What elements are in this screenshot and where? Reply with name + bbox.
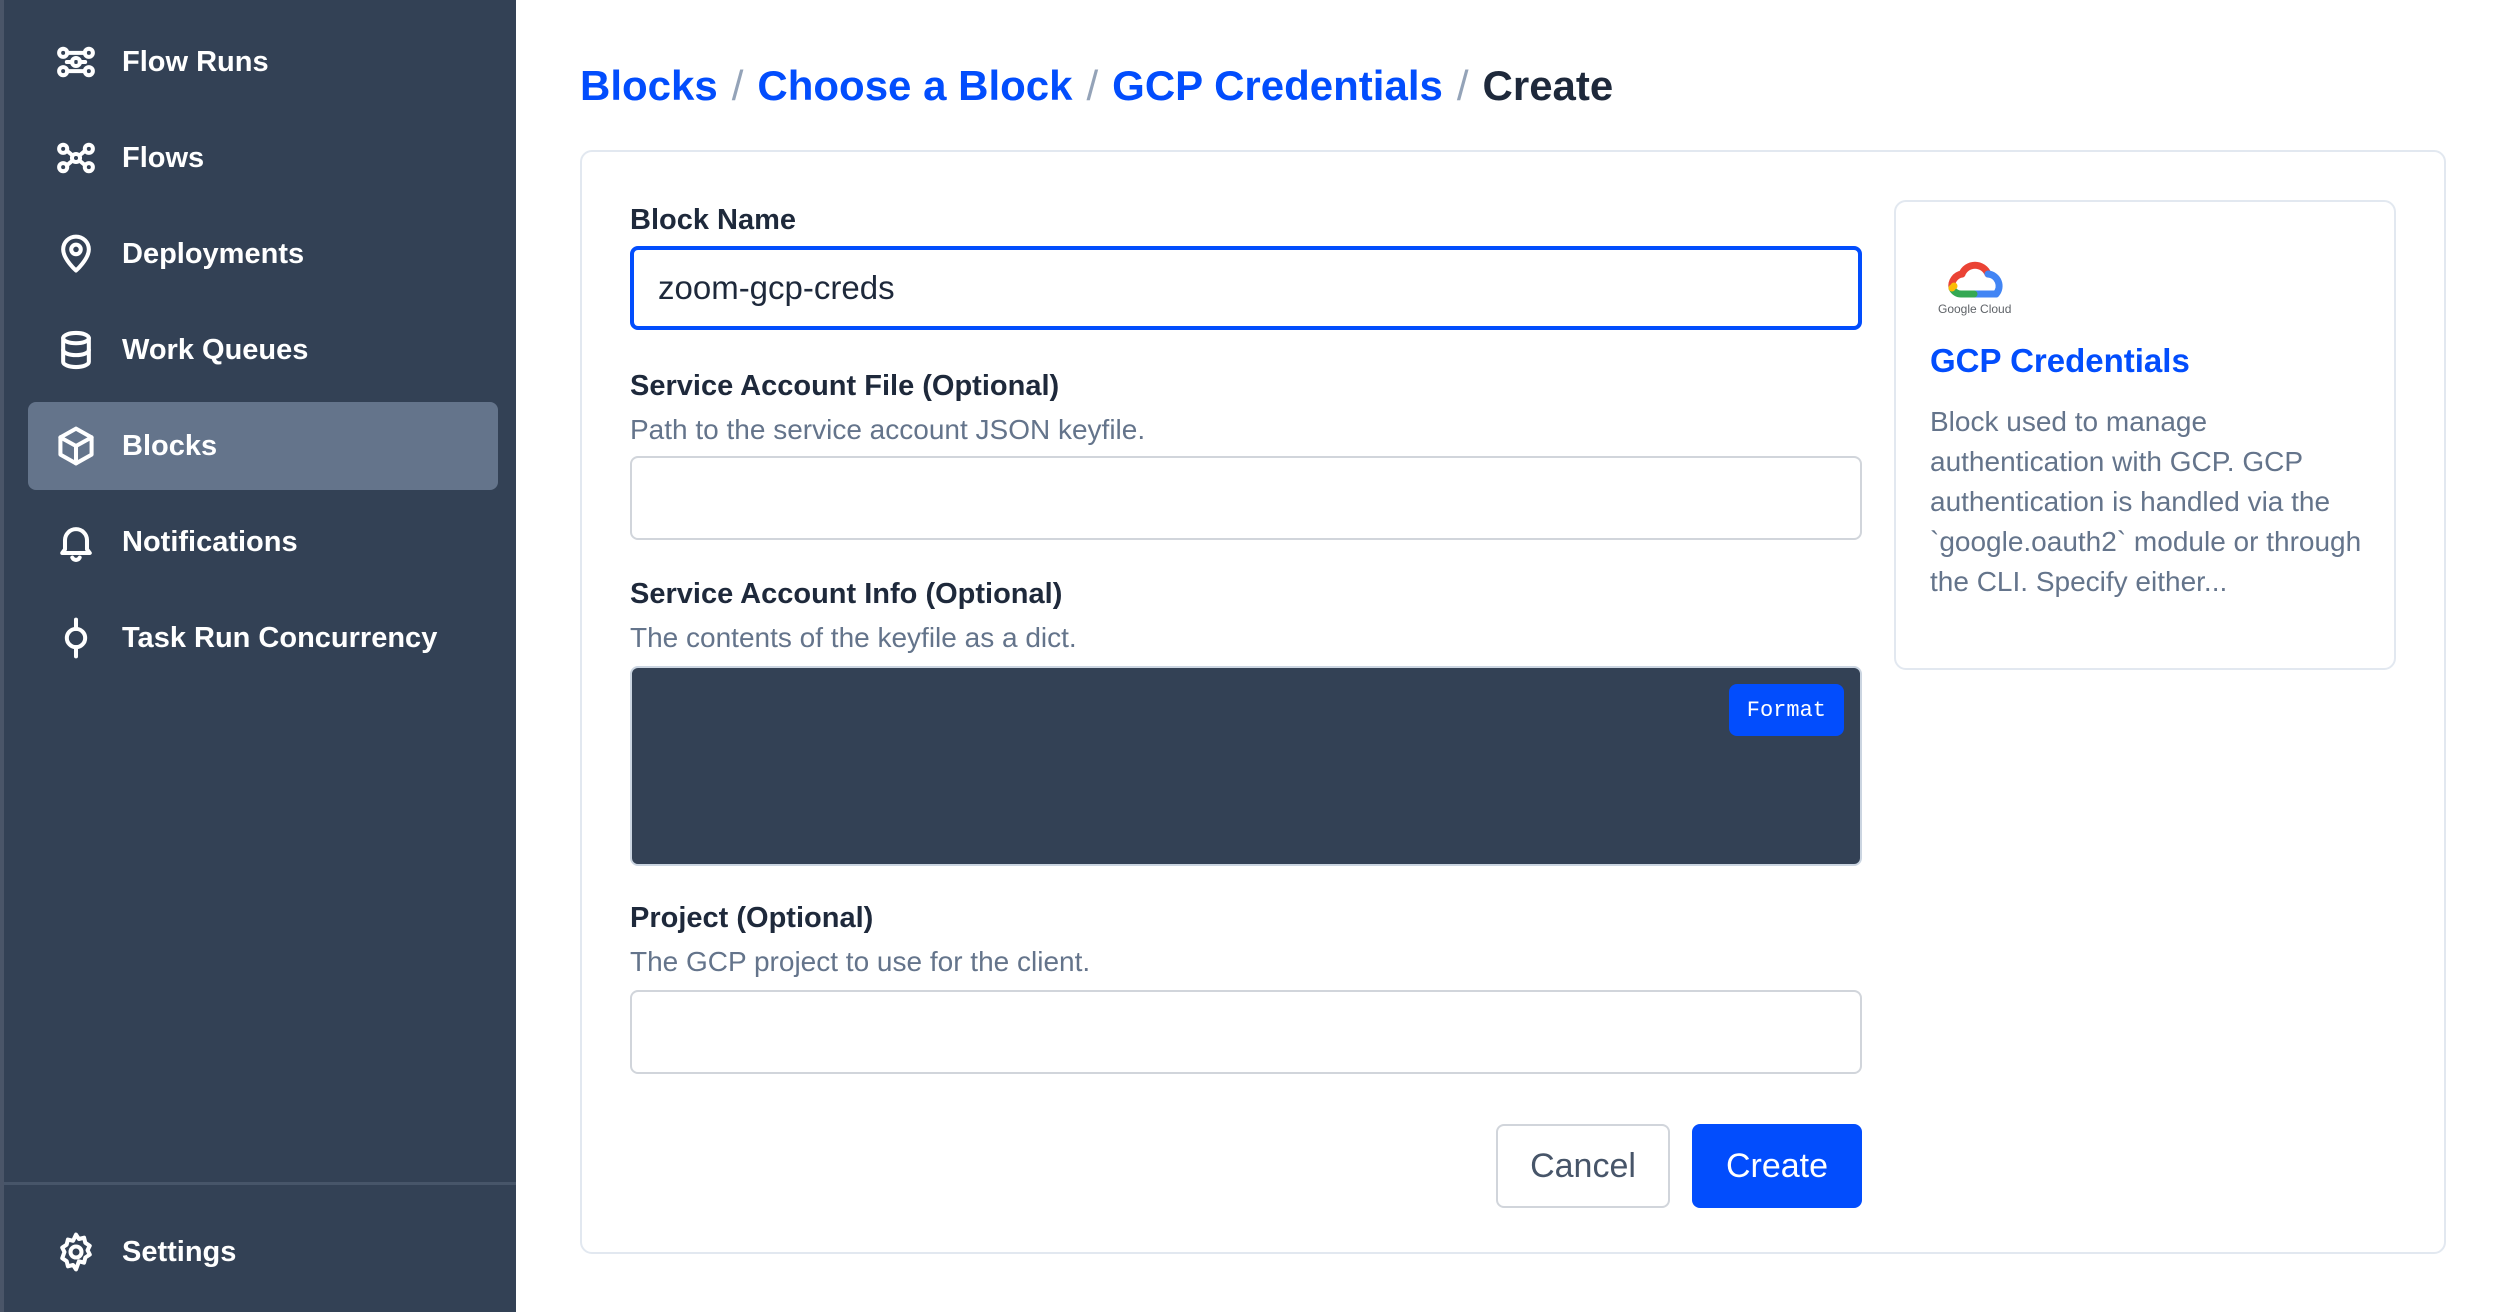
sidebar-item-label: Settings bbox=[122, 1235, 237, 1268]
sidebar-item-notifications[interactable]: Notifications bbox=[28, 498, 498, 586]
block-name-input[interactable] bbox=[630, 246, 1862, 330]
service-account-info-editor[interactable]: Format bbox=[630, 666, 1862, 866]
project-input[interactable] bbox=[630, 990, 1862, 1074]
project-description: The GCP project to use for the client. bbox=[630, 946, 1091, 977]
page-title: Create bbox=[1482, 62, 1614, 109]
cube-icon bbox=[54, 424, 98, 468]
service-account-info-label: Service Account Info (Optional) bbox=[630, 578, 1063, 610]
sidebar-item-flow-runs[interactable]: Flow Runs bbox=[28, 18, 498, 106]
sidebar-item-deployments[interactable]: Deployments bbox=[28, 210, 498, 298]
breadcrumb-blocks-link[interactable]: Blocks bbox=[580, 62, 718, 109]
breadcrumb-choose-block-link[interactable]: Choose a Block bbox=[757, 62, 1072, 109]
google-cloud-logo-text: Google Cloud bbox=[1938, 302, 2012, 316]
sidebar-item-label: Work Queues bbox=[122, 333, 309, 366]
sidebar-item-label: Deployments bbox=[122, 237, 305, 270]
service-account-file-description: Path to the service account JSON keyfile… bbox=[630, 414, 1146, 445]
block-info-title[interactable]: GCP Credentials bbox=[1930, 342, 2190, 380]
sidebar-nav: Flow Runs Flows Deployments Work Queues … bbox=[28, 18, 498, 690]
bell-icon bbox=[54, 520, 98, 564]
sidebar: Flow Runs Flows Deployments Work Queues … bbox=[0, 0, 516, 1312]
service-account-file-label: Service Account File (Optional) bbox=[630, 370, 1060, 402]
cancel-button[interactable]: Cancel bbox=[1496, 1124, 1670, 1208]
breadcrumb-separator: / bbox=[731, 62, 744, 109]
sidebar-item-flows[interactable]: Flows bbox=[28, 114, 498, 202]
sidebar-item-label: Flows bbox=[122, 141, 205, 174]
sidebar-item-work-queues[interactable]: Work Queues bbox=[28, 306, 498, 394]
sidebar-item-settings[interactable]: Settings bbox=[28, 1208, 498, 1296]
sidebar-item-blocks[interactable]: Blocks bbox=[28, 402, 498, 490]
sidebar-footer: Settings bbox=[28, 1208, 498, 1304]
sidebar-item-label: Task Run Concurrency bbox=[122, 621, 438, 654]
service-account-info-description: The contents of the keyfile as a dict. bbox=[630, 622, 1077, 653]
flows-icon bbox=[54, 136, 98, 180]
sidebar-item-label: Blocks bbox=[122, 429, 218, 462]
block-name-label: Block Name bbox=[630, 204, 797, 236]
flow-runs-icon bbox=[54, 40, 98, 84]
project-label: Project (Optional) bbox=[630, 902, 874, 934]
sidebar-item-task-run-concurrency[interactable]: Task Run Concurrency bbox=[28, 594, 498, 682]
database-icon bbox=[54, 328, 98, 372]
breadcrumb: Blocks / Choose a Block / GCP Credentials / Cr… bbox=[580, 62, 1613, 110]
breadcrumb-separator: / bbox=[1086, 62, 1099, 109]
block-info-description: Block used to manage authentication with… bbox=[1930, 406, 2362, 597]
block-info-card: Google Cloud GCP Credentials Block used … bbox=[1894, 200, 2396, 670]
service-account-file-input[interactable] bbox=[630, 456, 1862, 540]
sidebar-item-label: Flow Runs bbox=[122, 45, 269, 78]
sidebar-divider bbox=[4, 1182, 516, 1185]
breadcrumb-separator: / bbox=[1456, 62, 1469, 109]
concurrency-icon bbox=[54, 616, 98, 660]
gear-icon bbox=[54, 1230, 98, 1274]
location-pin-icon bbox=[54, 232, 98, 276]
create-button[interactable]: Create bbox=[1692, 1124, 1862, 1208]
sidebar-item-label: Notifications bbox=[122, 525, 298, 558]
format-button[interactable]: Format bbox=[1728, 684, 1844, 736]
breadcrumb-gcp-credentials-link[interactable]: GCP Credentials bbox=[1112, 62, 1443, 109]
